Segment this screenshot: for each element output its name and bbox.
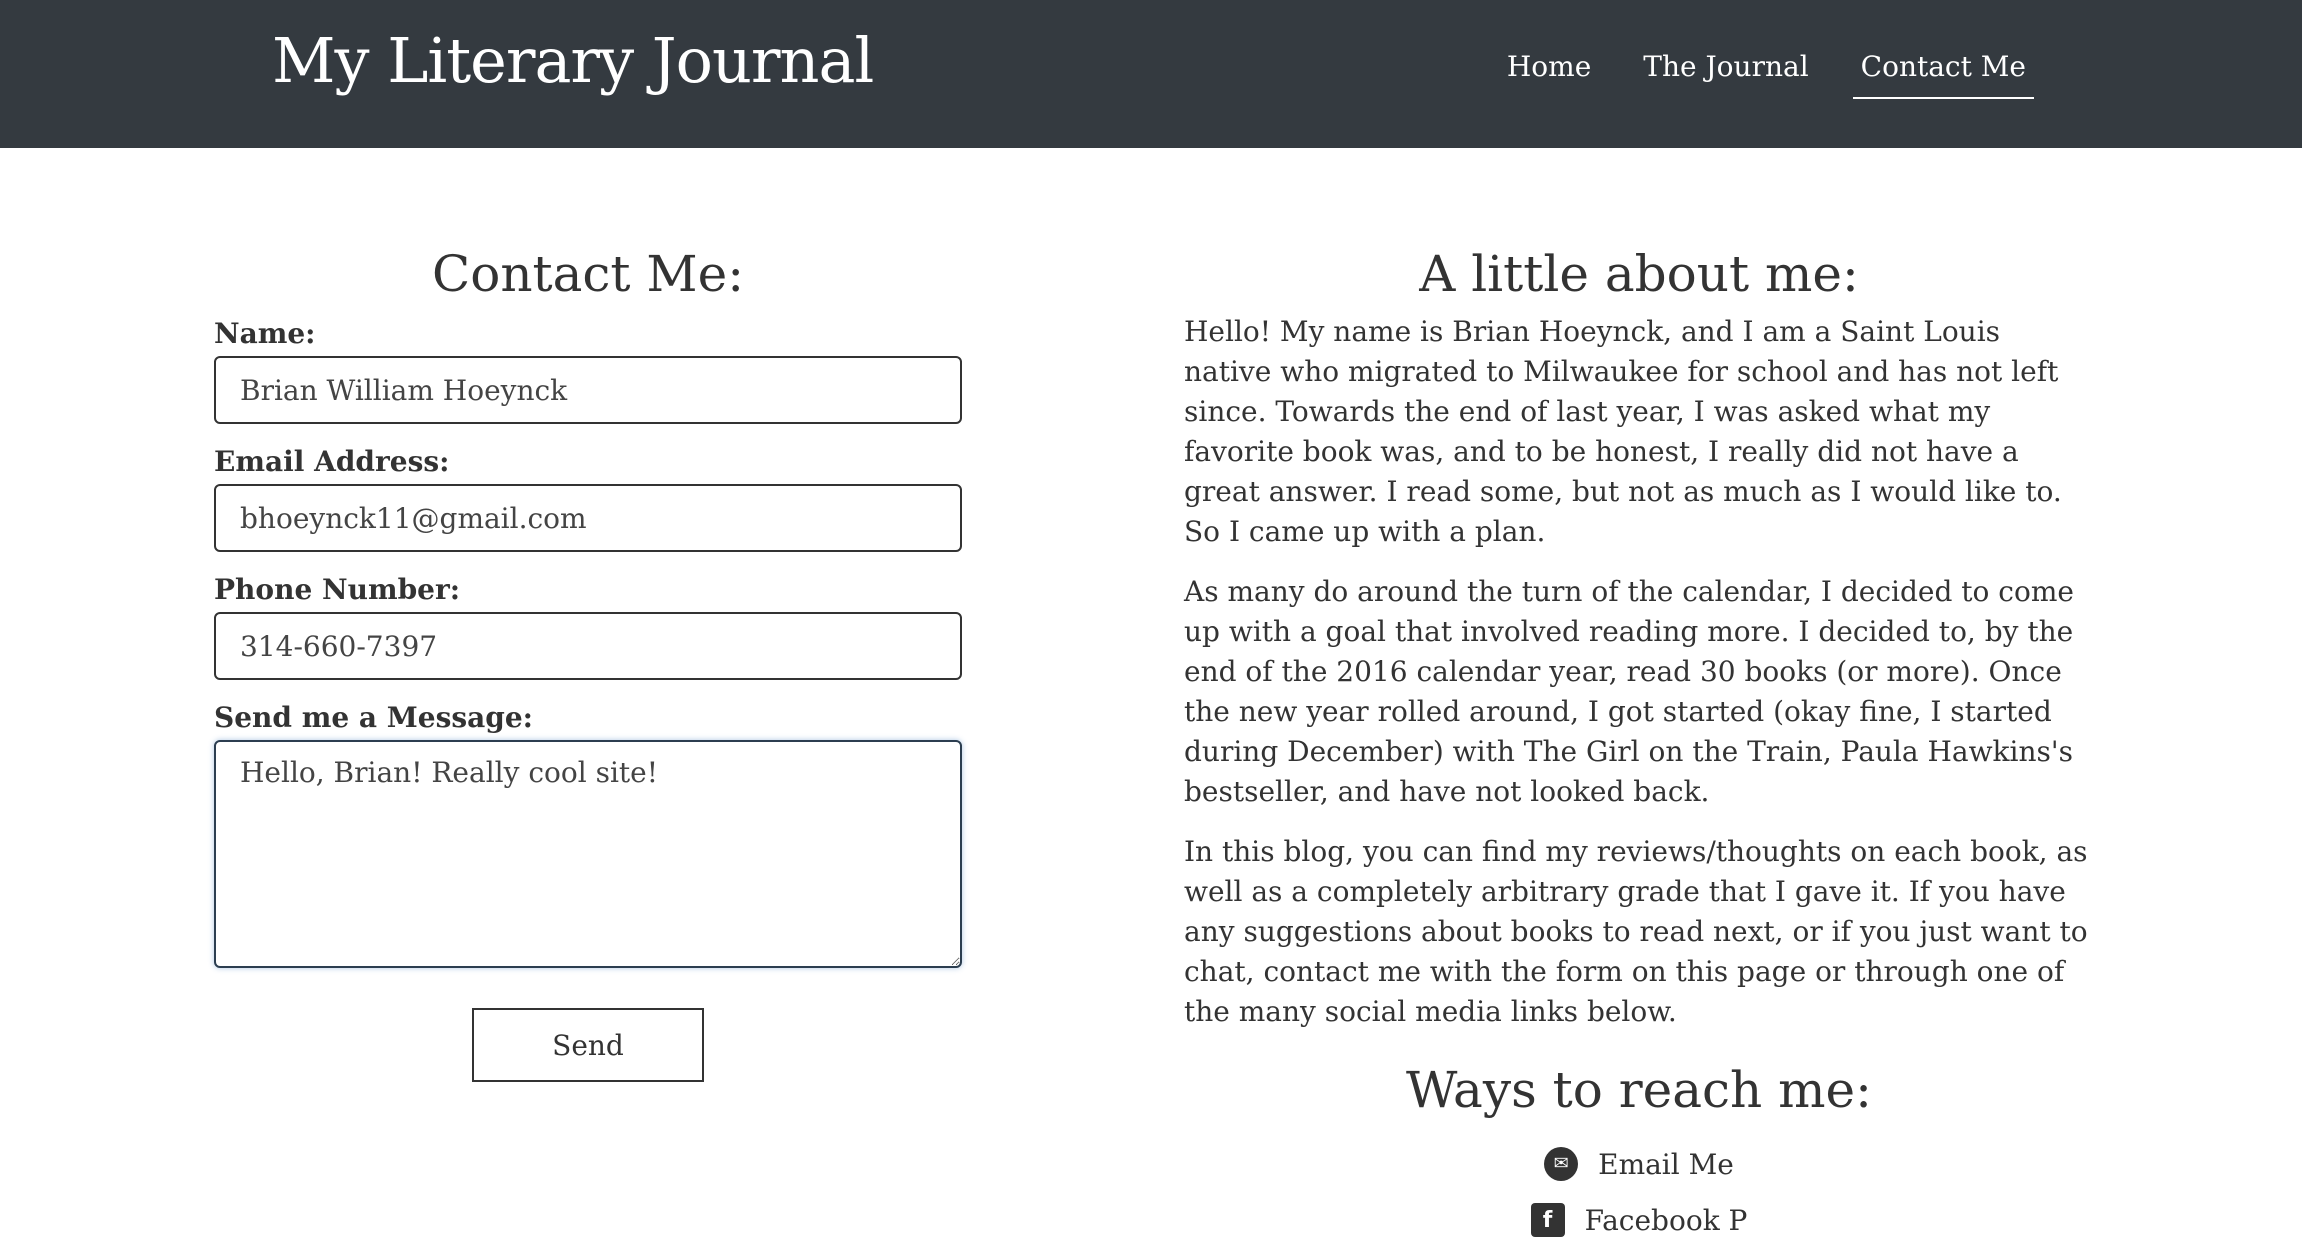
name-label: Name:: [214, 317, 316, 350]
site-header: My Literary Journal Home The Journal Con…: [0, 0, 2302, 148]
facebook-link[interactable]: f Facebook P: [1184, 1196, 2094, 1244]
message-label: Send me a Message:: [214, 701, 534, 734]
about-paragraph: Hello! My name is Brian Hoeynck, and I a…: [1184, 315, 2062, 548]
about-paragraph: As many do around the turn of the calend…: [1184, 575, 2074, 808]
contact-form-section: Contact Me: Name: Email Address: Phone N…: [214, 236, 962, 1082]
email-field[interactable]: [214, 484, 962, 552]
nav-home-link[interactable]: Home: [1499, 50, 1599, 99]
email-label: Email Address:: [214, 445, 450, 478]
email-me-label: Email Me: [1598, 1147, 1734, 1181]
about-section: A little about me: Hello! My name is Bri…: [1184, 236, 2094, 1252]
email-me-link[interactable]: ✉ Email Me: [1184, 1140, 2094, 1188]
contact-heading: Contact Me:: [431, 245, 745, 303]
site-title[interactable]: My Literary Journal: [272, 24, 874, 97]
reach-heading: Ways to reach me:: [1406, 1061, 1872, 1119]
about-heading: A little about me:: [1419, 245, 1859, 303]
nav-contact-link[interactable]: Contact Me: [1852, 50, 2034, 99]
nav-journal-link[interactable]: The Journal: [1635, 50, 1816, 99]
contact-form: Name: Email Address: Phone Number: Send …: [214, 312, 962, 1082]
phone-label: Phone Number:: [214, 573, 461, 606]
envelope-icon: ✉: [1544, 1147, 1579, 1181]
facebook-icon: f: [1530, 1203, 1565, 1237]
phone-field[interactable]: [214, 612, 962, 680]
about-text: Hello! My name is Brian Hoeynck, and I a…: [1184, 312, 2094, 1032]
reach-links: ✉ Email Me f Facebook P: [1184, 1140, 2094, 1244]
name-field[interactable]: [214, 356, 962, 424]
main-nav: Home The Journal Contact Me: [1499, 50, 2034, 99]
facebook-label: Facebook P: [1584, 1203, 1748, 1237]
send-button[interactable]: Send: [472, 1008, 704, 1082]
message-textarea[interactable]: Hello, Brian! Really cool site!: [214, 740, 962, 968]
about-paragraph: In this blog, you can find my reviews/th…: [1184, 835, 2088, 1028]
